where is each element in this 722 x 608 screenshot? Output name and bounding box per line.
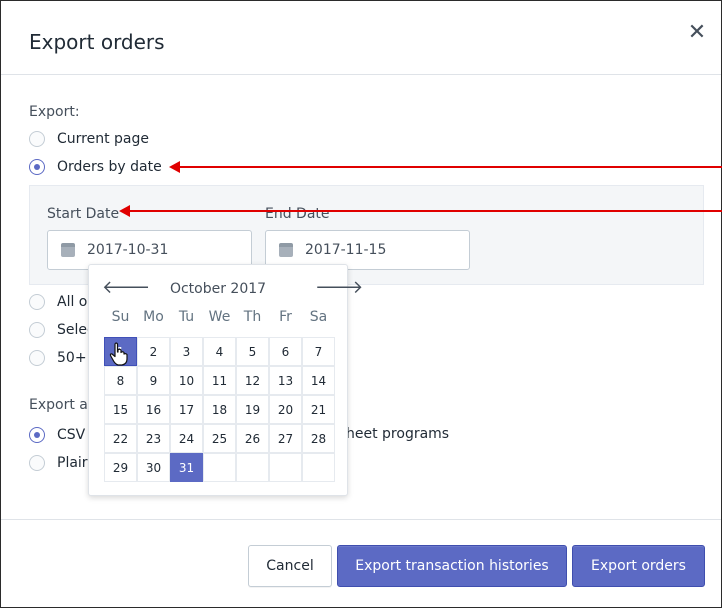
calendar-icon — [61, 243, 75, 257]
calendar-empty-cell — [203, 453, 236, 482]
start-date-value: 2017-10-31 — [87, 242, 169, 258]
calendar-empty-cell — [236, 453, 269, 482]
calendar-day[interactable]: 3 — [170, 337, 203, 366]
calendar-day[interactable]: 20 — [269, 395, 302, 424]
prev-month-arrow-icon[interactable]: 🡐 — [102, 277, 150, 298]
weekday-label: Su — [111, 309, 130, 325]
calendar-day[interactable]: 12 — [236, 366, 269, 395]
radio-csv[interactable]: CSV — [29, 424, 85, 446]
weekday-label: Th — [243, 309, 262, 325]
calendar-icon — [279, 243, 293, 257]
radio-label: 50+ — [57, 350, 87, 366]
calendar-day[interactable]: 15 — [104, 395, 137, 424]
calendar-day[interactable]: 18 — [203, 395, 236, 424]
start-date-label: Start Date — [47, 206, 120, 222]
calendar-day[interactable]: 30 — [137, 453, 170, 482]
calendar-day[interactable]: 5 — [236, 337, 269, 366]
calendar-day[interactable]: 28 — [302, 424, 335, 453]
radio-button[interactable] — [29, 455, 45, 471]
calendar-day[interactable]: 31 — [170, 453, 203, 482]
calendar-day[interactable]: 8 — [104, 366, 137, 395]
calendar-day[interactable]: 21 — [302, 395, 335, 424]
calendar-day-grid: 1234567891011121314151617181920212223242… — [104, 337, 335, 482]
calendar-day[interactable]: 11 — [203, 366, 236, 395]
radio-label: Orders by date — [57, 159, 162, 175]
annotation-arrowhead — [169, 161, 180, 173]
weekday-label: Tu — [178, 309, 195, 325]
export-transaction-histories-button[interactable]: Export transaction histories — [337, 545, 567, 587]
calendar-day[interactable]: 2 — [137, 337, 170, 366]
weekday-label: Fr — [279, 309, 292, 325]
radio-button[interactable] — [29, 350, 45, 366]
radio-selected[interactable]: Selec — [29, 319, 95, 341]
annotation-arrow-line — [180, 166, 722, 168]
calendar-empty-cell — [269, 453, 302, 482]
radio-button[interactable] — [29, 322, 45, 338]
end-date-value: 2017-11-15 — [305, 242, 387, 258]
calendar-day[interactable]: 29 — [104, 453, 137, 482]
radio-50-plus[interactable]: 50+ — [29, 347, 87, 369]
weekday-label: Mo — [143, 309, 164, 325]
hand-cursor-icon — [109, 342, 128, 366]
calendar-day[interactable]: 6 — [269, 337, 302, 366]
calendar-day[interactable]: 14 — [302, 366, 335, 395]
calendar-month-label: October 2017 — [169, 281, 267, 297]
radio-label: Plair — [57, 455, 88, 471]
close-icon[interactable]: ✕ — [685, 21, 709, 45]
radio-all-orders[interactable]: All o — [29, 291, 87, 313]
radio-label: CSV — [57, 427, 86, 443]
radio-button[interactable] — [29, 294, 45, 310]
dialog-header: Export orders ✕ — [1, 1, 721, 75]
export-section-label: Export: — [29, 104, 80, 120]
calendar-day[interactable]: 25 — [203, 424, 236, 453]
calendar-day[interactable]: 16 — [137, 395, 170, 424]
calendar-day[interactable]: 13 — [269, 366, 302, 395]
annotation-arrowhead — [119, 205, 130, 217]
calendar-day[interactable]: 7 — [302, 337, 335, 366]
radio-current-page[interactable]: Current page — [29, 128, 149, 150]
radio-plain-csv[interactable]: Plair — [29, 452, 88, 474]
calendar-day[interactable]: 24 — [170, 424, 203, 453]
radio-button[interactable] — [29, 427, 45, 443]
radio-label: Current page — [57, 131, 149, 147]
calendar-empty-cell — [302, 453, 335, 482]
radio-button[interactable] — [29, 131, 45, 147]
export-as-label: Export a — [29, 397, 88, 413]
calendar-day[interactable]: 27 — [269, 424, 302, 453]
csv-option-description: heet programs — [346, 426, 450, 442]
calendar-day[interactable]: 22 — [104, 424, 137, 453]
calendar-day[interactable]: 4 — [203, 337, 236, 366]
radio-label: All o — [57, 294, 88, 310]
radio-orders-by-date[interactable]: Orders by date — [29, 156, 162, 178]
annotation-arrow-line — [130, 210, 722, 212]
dialog-title: Export orders — [29, 30, 165, 54]
calendar-day[interactable]: 17 — [170, 395, 203, 424]
end-date-label: End Date — [265, 206, 330, 222]
weekday-label: We — [208, 309, 231, 325]
export-orders-button[interactable]: Export orders — [572, 545, 705, 587]
radio-button[interactable] — [29, 159, 45, 175]
calendar-day[interactable]: 19 — [236, 395, 269, 424]
footer-divider — [1, 519, 721, 520]
cancel-button[interactable]: Cancel — [248, 545, 332, 587]
next-month-arrow-icon[interactable]: 🡒 — [315, 277, 363, 298]
calendar-day[interactable]: 9 — [137, 366, 170, 395]
calendar-day[interactable]: 10 — [170, 366, 203, 395]
weekday-label: Sa — [309, 309, 328, 325]
calendar-day[interactable]: 23 — [137, 424, 170, 453]
date-picker-popover: 🡐 October 2017 🡒 Su Mo Tu We Th Fr Sa 12 34567 8… — [88, 264, 363, 496]
calendar-day[interactable]: 26 — [236, 424, 269, 453]
